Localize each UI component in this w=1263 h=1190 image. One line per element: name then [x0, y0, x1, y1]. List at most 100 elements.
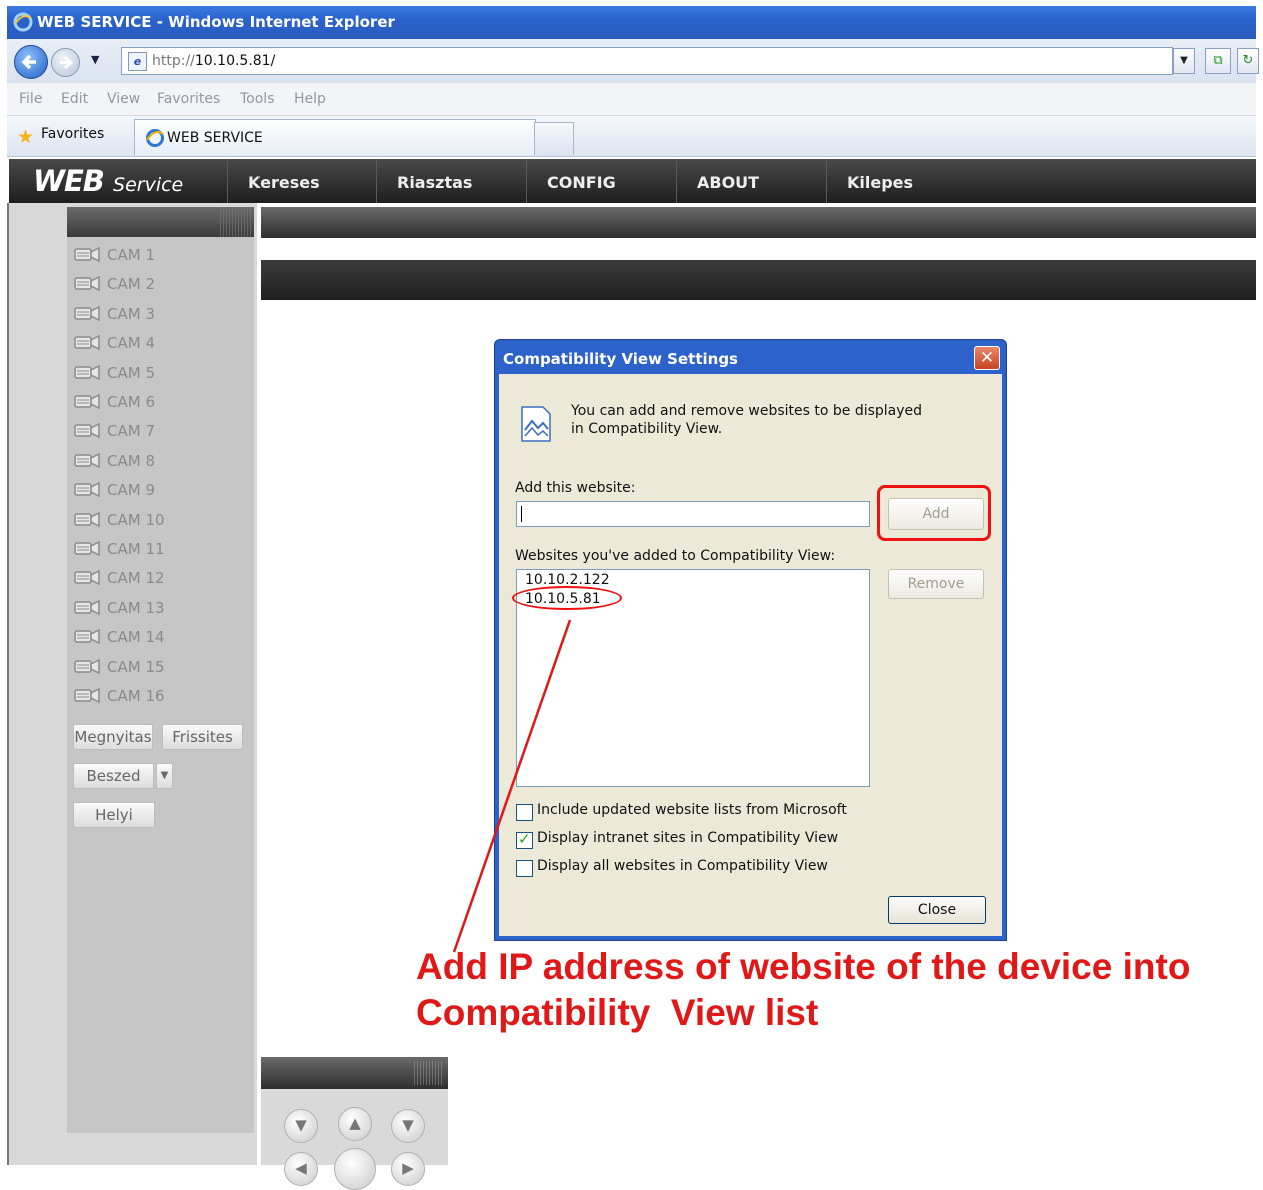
include-updated-lists-checkbox[interactable]: [516, 804, 533, 821]
ie-logo-icon: [13, 12, 33, 32]
ptz-grip-handle[interactable]: [414, 1061, 444, 1085]
ptz-up-right-button[interactable]: ▼: [391, 1109, 425, 1143]
favorites-star-icon[interactable]: ★: [17, 126, 34, 148]
camera-label: CAM 14: [107, 628, 165, 647]
nav-kilepes[interactable]: Kilepes: [826, 159, 975, 203]
back-button[interactable]: [14, 45, 48, 79]
address-toolbar: ▼ e http://10.10.5.81/ ▼ ⧉ ↻: [7, 39, 1259, 83]
display-all-websites-checkbox[interactable]: [516, 860, 533, 877]
dialog-intro-text: You can add and remove websites to be di…: [571, 403, 923, 437]
nav-riasztas[interactable]: Riasztas: [376, 159, 525, 203]
address-url[interactable]: http://10.10.5.81/: [152, 53, 275, 69]
camera-label: CAM 4: [107, 334, 155, 353]
ip-entry-highlight: [512, 586, 622, 610]
app-logo: WEB Service: [33, 164, 184, 198]
nav-kereses[interactable]: Kereses: [227, 159, 376, 203]
camera-icon: [74, 629, 100, 645]
refresh-list-button[interactable]: Frissites: [162, 724, 243, 750]
camera-icon: [74, 335, 100, 351]
menu-help[interactable]: Help: [294, 91, 326, 107]
annotation-note: Add IP address of website of the device …: [416, 944, 1256, 1036]
dialog-close-icon[interactable]: ✕: [974, 346, 1000, 370]
camera-label: CAM 13: [107, 598, 165, 617]
page-icon: e: [128, 52, 147, 71]
annotation-line-1: Add IP address of website of the device …: [416, 946, 1191, 987]
ptz-right-button[interactable]: ▶: [391, 1152, 425, 1186]
display-intranet-checkbox[interactable]: [516, 830, 533, 849]
annotation-line-2: Compatibility View list: [416, 992, 819, 1033]
camera-icon: [74, 541, 100, 556]
ptz-up-button[interactable]: ▲: [338, 1107, 372, 1141]
camera-label: CAM 5: [107, 363, 155, 382]
camera-label: CAM 8: [107, 451, 155, 470]
menu-tools[interactable]: Tools: [240, 91, 275, 107]
camera-icon: [74, 688, 100, 703]
browser-tab[interactable]: WEB SERVICE: [134, 119, 536, 155]
menu-bar: File Edit View Favorites Tools Help: [7, 83, 1256, 116]
camera-label: CAM 11: [107, 540, 165, 558]
camera-label: CAM 2: [107, 275, 155, 294]
recent-pages-dropdown-icon[interactable]: ▼: [91, 53, 99, 66]
ptz-center-button[interactable]: [334, 1148, 376, 1190]
address-bar[interactable]: e http://10.10.5.81/: [121, 47, 1173, 75]
camera-icon: [74, 658, 100, 674]
ptz-up-left-button[interactable]: ▼: [284, 1109, 318, 1143]
back-arrow-icon: [21, 54, 36, 70]
menu-file[interactable]: File: [19, 91, 42, 107]
camera-label: CAM 15: [107, 657, 165, 676]
address-dropdown-button[interactable]: ▼: [1173, 48, 1195, 74]
favorites-bar: ★ Favorites WEB SERVICE: [7, 116, 1256, 157]
camera-icon: [74, 305, 100, 321]
menu-view[interactable]: View: [107, 91, 140, 107]
camera-icon: [74, 599, 100, 615]
display-intranet-label: Display intranet sites in Compatibility …: [537, 830, 839, 846]
camera-label: CAM 6: [107, 393, 155, 411]
menu-favorites[interactable]: Favorites: [157, 91, 220, 107]
camera-icon: [74, 452, 100, 468]
view-toolbar: [261, 207, 1256, 238]
new-tab-button[interactable]: [534, 122, 574, 155]
dialog-title: Compatibility View Settings: [503, 350, 738, 368]
compatibility-view-dialog: Compatibility View Settings ✕ You can ad…: [494, 339, 1007, 941]
display-all-websites-label: Display all websites in Compatibility Vi…: [537, 858, 828, 874]
text-caret: [521, 506, 522, 522]
nav-about[interactable]: ABOUT: [676, 159, 825, 203]
view-header-bar: [261, 260, 1256, 300]
camera-label: CAM 16: [107, 687, 165, 705]
favorites-button[interactable]: Favorites: [41, 126, 104, 142]
dialog-body: You can add and remove websites to be di…: [499, 374, 1002, 936]
forward-arrow-icon: [60, 55, 74, 70]
camera-label: CAM 12: [107, 569, 165, 588]
camera-label: CAM 7: [107, 422, 155, 441]
tab-title: WEB SERVICE: [167, 130, 263, 146]
camera-icon: [74, 364, 100, 380]
local-button[interactable]: Helyi: [73, 802, 155, 828]
camera-icon: [74, 570, 100, 586]
camera-label: CAM 1: [107, 246, 155, 264]
add-button-highlight: [877, 485, 991, 541]
camera-icon: [74, 247, 100, 262]
talk-button[interactable]: Beszed: [73, 763, 154, 789]
open-button[interactable]: Megnyitas: [73, 724, 153, 750]
menu-edit[interactable]: Edit: [61, 91, 88, 107]
app-header: WEB Service Kereses Riasztas CONFIG ABOU…: [9, 159, 1256, 203]
window-title-bar: WEB SERVICE - Windows Internet Explorer: [7, 6, 1256, 39]
camera-label: CAM 9: [107, 481, 155, 500]
compatibility-view-button[interactable]: ⧉: [1205, 48, 1231, 74]
camera-icon: [74, 482, 100, 498]
sidebar-grip-handle[interactable]: [220, 207, 252, 237]
refresh-button[interactable]: ↻: [1237, 48, 1259, 74]
talk-dropdown-button[interactable]: ▼: [156, 763, 173, 789]
websites-list-label: Websites you've added to Compatibility V…: [515, 548, 836, 564]
forward-button[interactable]: [51, 48, 80, 77]
nav-config[interactable]: CONFIG: [526, 159, 675, 203]
camera-icon: [74, 276, 100, 292]
camera-label: CAM 10: [107, 510, 165, 529]
add-website-label: Add this website:: [515, 480, 636, 496]
compatibility-page-icon: [521, 406, 551, 442]
ptz-left-button[interactable]: ◀: [284, 1152, 318, 1186]
close-button[interactable]: Close: [888, 896, 986, 924]
camera-icon: [74, 423, 100, 439]
remove-button[interactable]: Remove: [888, 569, 984, 599]
add-website-input[interactable]: [516, 501, 870, 527]
